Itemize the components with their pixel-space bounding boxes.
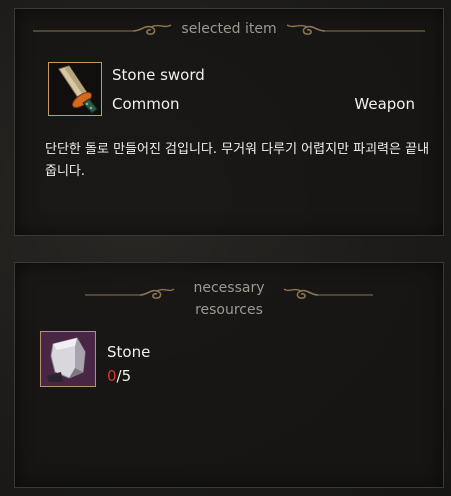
resource-required: 5	[121, 367, 132, 385]
item-type: Weapon	[354, 95, 415, 113]
item-description: 단단한 돌로 만들어진 검입니다. 무거워 다루기 어렵지만 파괴력은 끝내줍니…	[45, 142, 430, 179]
resources-panel: necessary resources Stone 0/5	[14, 262, 444, 488]
resource-owned: 0	[107, 367, 117, 385]
item-rarity: Common	[112, 95, 180, 113]
stone-icon[interactable]	[40, 331, 96, 387]
header-ornament-right	[286, 24, 425, 35]
panel-title: necessary resources	[15, 277, 443, 321]
header-ornament-right	[283, 288, 373, 299]
resource-name: Stone	[107, 343, 151, 361]
stone-sword-icon[interactable]	[48, 62, 102, 116]
item-name: Stone sword	[112, 66, 205, 84]
resource-count: 0/5	[107, 367, 131, 385]
crafting-window: selected item Stone sword Common Weapon	[0, 0, 451, 496]
panel-title-text: necessary resources	[193, 280, 265, 318]
selected-item-panel: selected item Stone sword Common Weapon	[14, 8, 444, 236]
